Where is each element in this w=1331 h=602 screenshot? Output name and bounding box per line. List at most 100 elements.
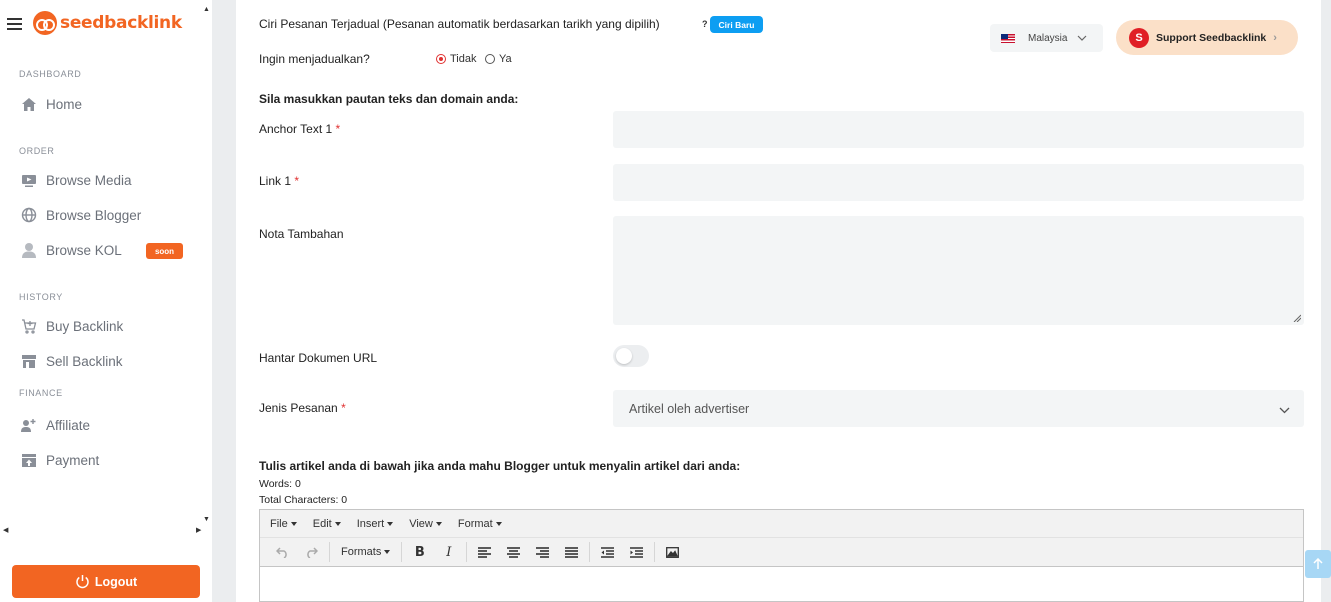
new-feature-badge: Ciri Baru xyxy=(710,16,763,33)
align-right-icon[interactable] xyxy=(528,541,557,563)
links-instruction: Sila masukkan pautan teks dan domain and… xyxy=(259,92,519,106)
logout-button[interactable]: Logout xyxy=(12,565,200,598)
chars-count: Total Characters: 0 xyxy=(259,494,348,506)
chevron-right-icon: › xyxy=(1273,31,1277,44)
formats-label: Formats xyxy=(341,546,382,558)
sidebar-item-payment[interactable]: Payment xyxy=(20,449,195,471)
menu-edit-label: Edit xyxy=(312,517,332,530)
article-instruction: Tulis artikel anda di bawah jika anda ma… xyxy=(259,459,741,473)
scroll-right-arrow-icon[interactable]: ▶ xyxy=(196,526,201,534)
align-justify-icon[interactable] xyxy=(557,541,586,563)
resize-handle-icon[interactable] xyxy=(1293,314,1301,322)
required-mark: * xyxy=(341,401,346,415)
schedule-question: Ingin menjadualkan? xyxy=(259,52,370,66)
logo-icon xyxy=(33,11,57,35)
required-mark: * xyxy=(294,174,300,188)
globe-icon xyxy=(20,207,37,224)
order-type-select[interactable]: Artikel oleh advertiser xyxy=(613,390,1304,427)
caret-down-icon xyxy=(334,521,341,526)
chevron-down-icon xyxy=(1279,403,1290,417)
radio-yes[interactable] xyxy=(485,54,495,64)
redo-icon[interactable] xyxy=(297,541,326,563)
link-label: Link 1 * xyxy=(259,174,299,188)
section-history: HISTORY xyxy=(19,292,63,302)
outdent-icon[interactable] xyxy=(593,541,622,563)
menu-view-label: View xyxy=(409,517,433,530)
section-dashboard: DASHBOARD xyxy=(19,69,82,79)
scroll-up-arrow-icon[interactable]: ▲ xyxy=(203,6,210,13)
scroll-down-arrow-icon[interactable]: ▼ xyxy=(203,516,210,523)
editor-menubar: File Edit Insert View Format xyxy=(260,510,1303,538)
toolbar-divider xyxy=(654,542,656,562)
radio-no[interactable] xyxy=(436,54,446,64)
menu-view[interactable]: View xyxy=(409,518,442,530)
sidebar-item-home[interactable]: Home xyxy=(20,93,195,115)
support-label: Support Seedbacklink xyxy=(1156,31,1267,44)
sidebar-item-label: Browse KOL xyxy=(46,242,122,258)
caret-down-icon xyxy=(495,521,502,526)
soon-badge: soon xyxy=(146,243,183,259)
sidebar-header: seedbacklink xyxy=(0,0,212,48)
media-icon xyxy=(20,172,37,189)
help-icon[interactable]: ? xyxy=(702,19,708,29)
sidebar-item-label: Payment xyxy=(46,452,100,468)
link-label-text: Link 1 xyxy=(259,174,292,188)
sidebar-item-label: Sell Backlink xyxy=(46,353,123,369)
menu-file[interactable]: File xyxy=(270,518,297,530)
brand-name: seedbacklink xyxy=(60,13,182,33)
italic-button[interactable]: I xyxy=(434,541,463,563)
menu-insert[interactable]: Insert xyxy=(357,518,394,530)
scroll-left-arrow-icon[interactable]: ◀ xyxy=(3,526,8,534)
chevron-down-icon xyxy=(1077,33,1087,44)
menu-icon[interactable] xyxy=(7,18,22,30)
toolbar-divider xyxy=(589,542,591,562)
menu-edit[interactable]: Edit xyxy=(313,518,341,530)
users-plus-icon xyxy=(20,417,37,434)
sidebar-item-browse-media[interactable]: Browse Media xyxy=(20,169,195,191)
schedule-feature-label: Ciri Pesanan Terjadual (Pesanan automati… xyxy=(259,17,660,31)
editor-toolbar: Formats B I xyxy=(260,538,1303,567)
brand-logo[interactable]: seedbacklink xyxy=(33,11,182,35)
sidebar-item-label: Buy Backlink xyxy=(46,318,124,334)
undo-icon[interactable] xyxy=(268,541,297,563)
notes-label: Nota Tambahan xyxy=(259,227,344,241)
anchor-text-input[interactable] xyxy=(613,111,1304,148)
language-value: Malaysia xyxy=(1028,32,1068,44)
toolbar-divider xyxy=(466,542,468,562)
indent-icon[interactable] xyxy=(622,541,651,563)
formats-dropdown[interactable]: Formats xyxy=(333,546,398,558)
sidebar-item-browse-blogger[interactable]: Browse Blogger xyxy=(20,204,195,226)
sidebar-item-label: Affiliate xyxy=(46,417,91,433)
align-left-icon[interactable] xyxy=(470,541,499,563)
power-icon xyxy=(75,574,90,589)
wallet-icon xyxy=(20,452,37,469)
sidebar-item-label: Home xyxy=(46,96,83,112)
radio-yes-label[interactable]: Ya xyxy=(499,53,512,65)
menu-format-label: Format xyxy=(457,517,493,530)
align-center-icon[interactable] xyxy=(499,541,528,563)
sidebar-item-sell-backlink[interactable]: Sell Backlink xyxy=(20,350,195,372)
language-selector[interactable]: Malaysia xyxy=(990,24,1103,52)
required-mark: * xyxy=(335,122,341,136)
link-input[interactable] xyxy=(613,164,1304,201)
back-to-top-button[interactable] xyxy=(1305,550,1331,578)
radio-no-label[interactable]: Tidak xyxy=(450,53,477,65)
bold-button[interactable]: B xyxy=(405,541,434,563)
notes-textarea[interactable] xyxy=(613,216,1304,325)
menu-format[interactable]: Format xyxy=(458,518,502,530)
image-icon[interactable] xyxy=(658,541,687,563)
menu-file-label: File xyxy=(270,517,288,530)
home-icon xyxy=(20,96,37,113)
anchor-text-label: Anchor Text 1 * xyxy=(259,122,340,136)
caret-down-icon xyxy=(387,521,394,526)
sidebar: seedbacklink ▲ ▼ ◀ ▶ DASHBOARD Home ORDE… xyxy=(0,0,212,602)
caret-down-icon xyxy=(290,521,297,526)
order-type-label-text: Jenis Pesanan xyxy=(259,401,338,415)
sidebar-item-affiliate[interactable]: Affiliate xyxy=(20,414,195,436)
support-button[interactable]: S Support Seedbacklink › xyxy=(1116,20,1298,55)
toolbar-divider xyxy=(329,542,330,562)
store-icon xyxy=(20,353,37,370)
logout-label: Logout xyxy=(94,574,138,589)
doc-url-toggle[interactable] xyxy=(613,345,649,367)
sidebar-item-buy-backlink[interactable]: Buy Backlink xyxy=(20,315,195,337)
